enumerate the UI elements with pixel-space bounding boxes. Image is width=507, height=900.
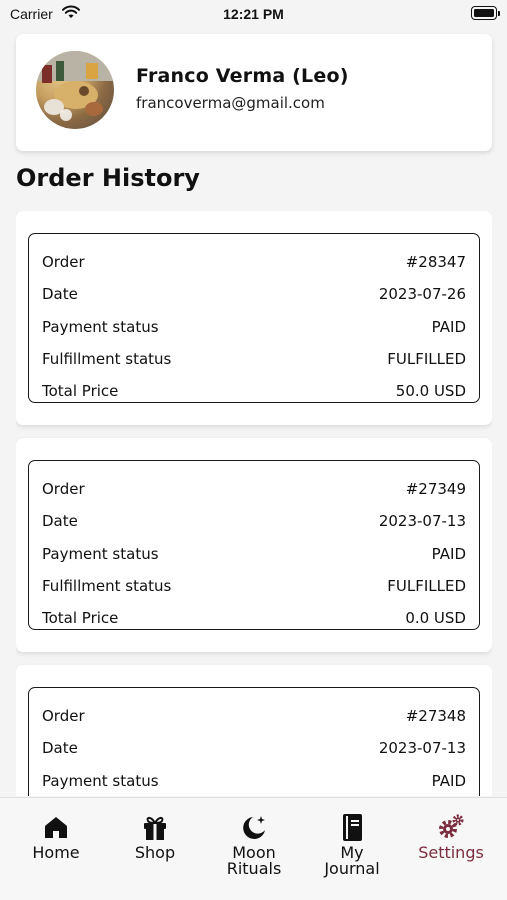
tab-label: Shop: [134, 843, 176, 862]
date-label: Date: [42, 739, 78, 758]
payment-status: PAID: [431, 544, 466, 563]
order-label: Order: [42, 480, 85, 499]
tab-label: My Journal: [324, 843, 380, 878]
order-number: #28347: [405, 253, 466, 272]
total-price-label: Total Price: [42, 382, 119, 401]
order-number: #27349: [405, 480, 466, 499]
order-card[interactable]: Order #28347 Date 2023-07-26 Payment sta…: [16, 211, 492, 425]
order-details: Order #27348 Date 2023-07-13 Payment sta…: [28, 687, 480, 796]
payment-status-label: Payment status: [42, 771, 159, 790]
order-card[interactable]: Order #27348 Date 2023-07-13 Payment sta…: [16, 665, 492, 796]
order-date: 2023-07-13: [378, 739, 466, 758]
order-date-row: Date 2023-07-26: [42, 278, 466, 310]
fulfillment-status-label: Fulfillment status: [42, 577, 172, 596]
payment-status-row: Payment status PAID: [42, 538, 466, 570]
order-list[interactable]: Order #28347 Date 2023-07-26 Payment sta…: [16, 211, 492, 796]
profile-name: Franco Verma (Leo): [136, 65, 349, 87]
avatar[interactable]: [36, 51, 114, 129]
payment-status: PAID: [431, 317, 466, 336]
moon-stars-icon: [243, 816, 265, 839]
payment-status-row: Payment status PAID: [42, 765, 466, 796]
page-title: Order History: [16, 164, 200, 192]
tab-bar: Home Shop Moon Rituals My Journal Settin…: [0, 797, 507, 900]
fulfillment-status: FULFILLED: [387, 350, 466, 369]
order-date: 2023-07-13: [378, 512, 466, 531]
tab-my-journal[interactable]: My Journal: [302, 798, 402, 900]
total-price: 50.0 USD: [395, 382, 466, 401]
order-date-row: Date 2023-07-13: [42, 505, 466, 537]
order-details: Order #28347 Date 2023-07-26 Payment sta…: [28, 233, 480, 403]
battery-icon: [471, 6, 500, 20]
profile-email: francoverma@gmail.com: [136, 94, 325, 112]
clock-time: 12:21 PM: [223, 6, 284, 22]
payment-status-label: Payment status: [42, 544, 159, 563]
tab-moon-rituals[interactable]: Moon Rituals: [204, 798, 304, 900]
gift-icon: [144, 816, 166, 840]
order-label: Order: [42, 707, 85, 726]
payment-status: PAID: [431, 771, 466, 790]
status-bar: Carrier 12:21 PM: [0, 0, 507, 30]
order-label: Order: [42, 253, 85, 272]
total-price-row: Total Price 50.0 USD: [42, 375, 466, 407]
avatar-photo: [36, 51, 114, 121]
date-label: Date: [42, 285, 78, 304]
tab-settings[interactable]: Settings: [401, 798, 501, 900]
order-card[interactable]: Order #27349 Date 2023-07-13 Payment sta…: [16, 438, 492, 652]
payment-status-label: Payment status: [42, 317, 159, 336]
payment-status-row: Payment status PAID: [42, 311, 466, 343]
order-number-row: Order #27349: [42, 473, 466, 505]
total-price: 0.0 USD: [405, 609, 466, 628]
tab-label: Settings: [418, 843, 484, 862]
order-number: #27348: [405, 707, 466, 726]
tab-label: Moon Rituals: [226, 843, 282, 878]
home-icon: [45, 817, 67, 838]
fulfillment-status-label: Fulfillment status: [42, 350, 172, 369]
gears-icon: [439, 814, 464, 838]
fulfillment-status-row: Fulfillment status FULFILLED: [42, 570, 466, 602]
order-date-row: Date 2023-07-13: [42, 732, 466, 764]
fulfillment-status-row: Fulfillment status FULFILLED: [42, 343, 466, 375]
order-number-row: Order #28347: [42, 246, 466, 278]
date-label: Date: [42, 512, 78, 531]
order-number-row: Order #27348: [42, 700, 466, 732]
tab-home[interactable]: Home: [6, 798, 106, 900]
order-details: Order #27349 Date 2023-07-13 Payment sta…: [28, 460, 480, 630]
fulfillment-status: FULFILLED: [387, 577, 466, 596]
total-price-row: Total Price 0.0 USD: [42, 602, 466, 634]
total-price-label: Total Price: [42, 609, 119, 628]
tab-label: Home: [32, 843, 80, 862]
journal-icon: [343, 814, 362, 841]
tab-shop[interactable]: Shop: [105, 798, 205, 900]
order-date: 2023-07-26: [378, 285, 466, 304]
profile-card: Franco Verma (Leo) francoverma@gmail.com: [16, 34, 492, 151]
